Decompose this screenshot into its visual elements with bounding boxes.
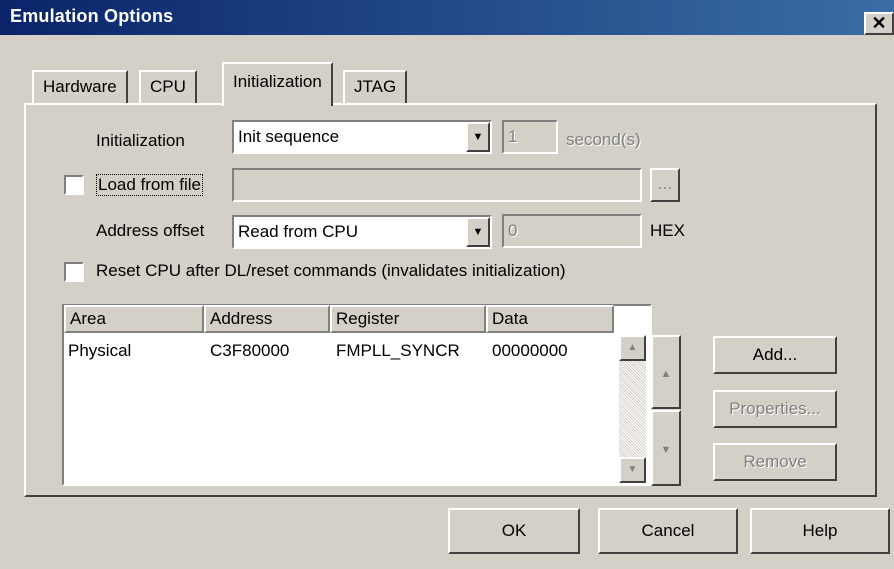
load-from-file-text: Load from file bbox=[98, 175, 201, 194]
column-header-register[interactable]: Register bbox=[330, 305, 486, 333]
scroll-up-icon[interactable]: ▲ bbox=[619, 335, 646, 361]
tab-cpu-label: CPU bbox=[150, 77, 186, 96]
column-header-data[interactable]: Data bbox=[486, 305, 614, 333]
tab-jtag-label: JTAG bbox=[354, 77, 397, 96]
tab-initialization-label: Initialization bbox=[233, 72, 322, 91]
seconds-field-value: 1 bbox=[508, 127, 518, 146]
tab-hardware[interactable]: Hardware bbox=[32, 70, 128, 104]
remove-button[interactable]: Remove bbox=[713, 443, 837, 481]
ok-button-label: OK bbox=[501, 521, 527, 540]
cancel-button[interactable]: Cancel bbox=[598, 508, 738, 554]
cell-data[interactable]: 00000000 bbox=[492, 341, 568, 361]
close-button[interactable]: ✕ bbox=[864, 12, 894, 35]
load-from-file-label[interactable]: Load from file bbox=[96, 174, 203, 196]
window-title: Emulation Options bbox=[10, 6, 174, 26]
scroll-down-icon[interactable]: ▼ bbox=[619, 457, 646, 483]
address-offset-select-value: Read from CPU bbox=[238, 222, 358, 241]
triangle-up-icon: ▲ bbox=[660, 368, 672, 380]
move-up-button[interactable]: ▲ bbox=[651, 335, 681, 409]
ok-button[interactable]: OK bbox=[448, 508, 580, 554]
reset-cpu-label[interactable]: Reset CPU after DL/reset commands (inval… bbox=[96, 261, 566, 281]
initialization-select-value: Init sequence bbox=[238, 127, 340, 146]
load-from-file-checkbox[interactable] bbox=[64, 175, 84, 195]
chevron-down-icon[interactable]: ▼ bbox=[466, 217, 490, 247]
file-path-field bbox=[232, 168, 642, 202]
help-button-label: Help bbox=[802, 521, 838, 540]
initialization-label: Initialization bbox=[96, 131, 185, 150]
browse-button[interactable]: ... bbox=[650, 168, 680, 202]
column-header-address[interactable]: Address bbox=[204, 305, 330, 333]
hex-unit-label: HEX bbox=[650, 221, 685, 240]
cell-register[interactable]: FMPLL_SYNCR bbox=[336, 341, 460, 361]
initialization-select[interactable]: Init sequence ▼ bbox=[232, 120, 492, 154]
address-offset-label: Address offset bbox=[96, 221, 205, 240]
column-header-area[interactable]: Area bbox=[64, 305, 204, 333]
address-offset-value: 0 bbox=[508, 221, 518, 240]
properties-button[interactable]: Properties... bbox=[713, 390, 837, 428]
address-offset-select[interactable]: Read from CPU ▼ bbox=[232, 215, 492, 249]
browse-button-label: ... bbox=[657, 174, 673, 193]
seconds-field: 1 bbox=[502, 120, 558, 154]
move-down-button[interactable]: ▼ bbox=[651, 410, 681, 486]
cancel-button-label: Cancel bbox=[641, 521, 695, 540]
address-offset-field: 0 bbox=[502, 214, 642, 248]
tab-hardware-label: Hardware bbox=[43, 77, 117, 96]
properties-button-label: Properties... bbox=[729, 399, 821, 418]
triangle-down-icon: ▼ bbox=[660, 444, 672, 456]
tab-initialization[interactable]: Initialization bbox=[222, 62, 333, 106]
help-button[interactable]: Help bbox=[750, 508, 890, 554]
add-button-label: Add... bbox=[752, 345, 798, 364]
cell-area[interactable]: Physical bbox=[68, 341, 131, 361]
close-icon: ✕ bbox=[871, 13, 887, 33]
add-button[interactable]: Add... bbox=[713, 336, 837, 374]
remove-button-label: Remove bbox=[743, 452, 807, 471]
tab-cpu[interactable]: CPU bbox=[139, 70, 197, 104]
tab-jtag[interactable]: JTAG bbox=[343, 70, 408, 104]
cell-address[interactable]: C3F80000 bbox=[210, 341, 289, 361]
seconds-unit-label: second(s) bbox=[566, 130, 641, 149]
reset-cpu-checkbox[interactable] bbox=[64, 262, 84, 282]
chevron-down-icon[interactable]: ▼ bbox=[466, 122, 490, 152]
